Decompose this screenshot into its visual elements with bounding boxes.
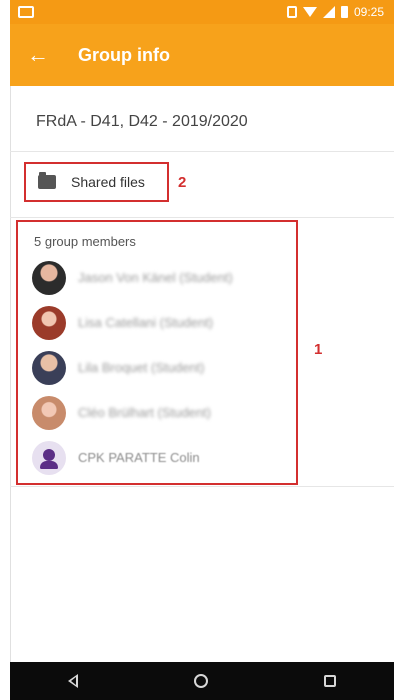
member-name: CPK PARATTE Colin — [78, 450, 200, 465]
signal-icon — [322, 6, 335, 18]
status-time: 09:25 — [353, 5, 384, 19]
group-members-section: 5 group members Jason Von Känel (Student… — [16, 220, 298, 485]
shared-files-button[interactable]: Shared files — [24, 162, 169, 202]
status-bar: 09:25 — [10, 0, 394, 24]
avatar — [32, 350, 66, 385]
image-icon — [18, 6, 34, 18]
member-name: Lila Broquet (Student) — [78, 360, 205, 375]
battery-icon — [340, 6, 348, 18]
wifi-icon — [302, 7, 317, 17]
system-nav-bar — [10, 662, 394, 700]
members-heading: 5 group members — [34, 234, 136, 249]
annotation-2: 2 — [178, 174, 187, 191]
arrow-left-icon[interactable]: ← — [10, 24, 66, 86]
folder-shared-icon — [38, 172, 56, 189]
avatar — [32, 395, 66, 430]
divider — [10, 486, 394, 487]
page-title: Group info — [78, 44, 170, 65]
member-item[interactable]: CPK PARATTE Colin — [18, 435, 296, 480]
member-name: Cléo Brülhart (Student) — [78, 405, 211, 420]
member-name: Jason Von Känel (Student) — [78, 270, 233, 285]
group-info-content: FRdA - D41, D42 - 2019/2020 Shared files… — [10, 86, 394, 485]
member-item[interactable]: Jason Von Känel (Student) — [18, 255, 296, 300]
avatar — [32, 305, 66, 340]
person-icon — [32, 440, 66, 475]
member-item[interactable]: Cléo Brülhart (Student) — [18, 390, 296, 435]
member-item[interactable]: Lila Broquet (Student) — [18, 345, 296, 390]
shared-files-row: Shared files 2 — [10, 152, 394, 218]
member-list: Jason Von Känel (Student) Lisa Catellani… — [18, 255, 296, 480]
nav-recents-icon[interactable] — [324, 675, 336, 687]
group-name: FRdA - D41, D42 - 2019/2020 — [10, 92, 394, 152]
nav-back-icon[interactable] — [68, 674, 78, 688]
member-item[interactable]: Lisa Catellani (Student) — [18, 300, 296, 345]
avatar — [32, 260, 66, 295]
annotation-1: 1 — [314, 341, 323, 358]
shared-files-label: Shared files — [71, 174, 145, 190]
member-name: Lisa Catellani (Student) — [78, 315, 214, 330]
vibrate-icon — [286, 6, 297, 18]
app-bar: ← Group info — [10, 24, 394, 86]
nav-home-icon[interactable] — [194, 674, 208, 688]
